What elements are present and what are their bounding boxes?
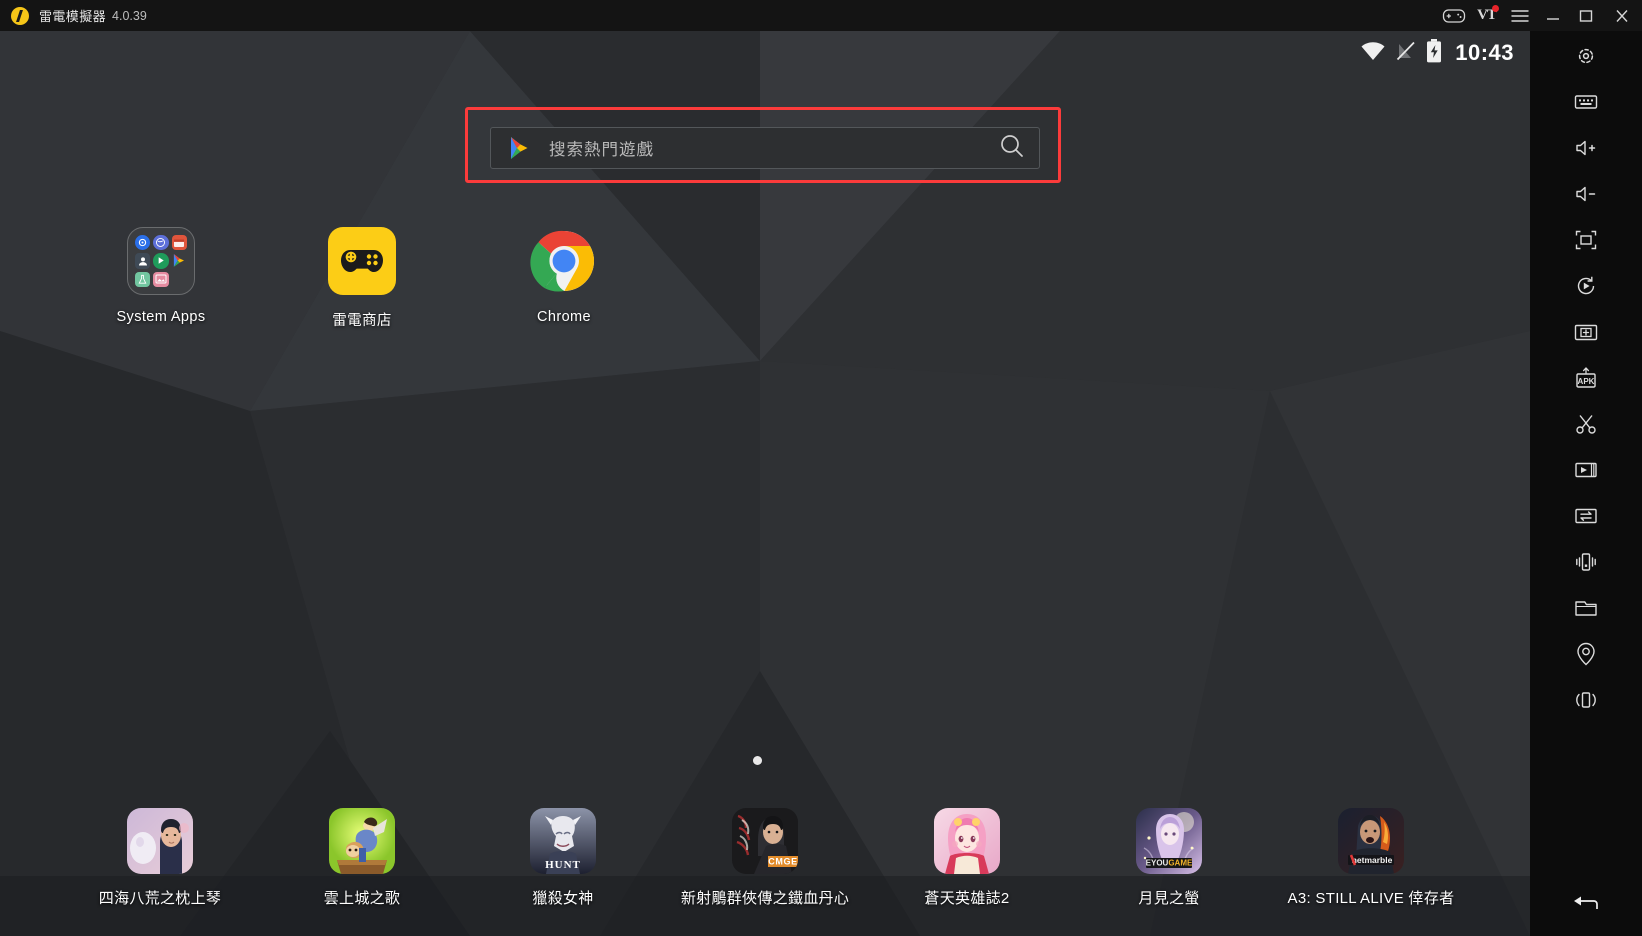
app-icon-ldstore[interactable]: 雷電商店: [297, 227, 427, 330]
dock-item[interactable]: HUNT 獵殺女神: [473, 808, 653, 908]
emulator-sidebar: APK: [1530, 31, 1642, 936]
play-games-mini-icon: [153, 253, 168, 268]
folder-icon[interactable]: [1530, 591, 1642, 625]
install-apk-icon[interactable]: APK: [1530, 361, 1642, 395]
video-record-icon[interactable]: [1530, 453, 1642, 487]
status-time: 10:43: [1455, 40, 1514, 66]
ldstore-icon[interactable]: [328, 227, 396, 295]
volume-up-icon[interactable]: [1530, 131, 1642, 165]
files-mini-icon: [172, 235, 187, 250]
gallery-mini-icon: [153, 272, 168, 287]
dock-label: 新射鵰群俠傳之鐵血丹心: [675, 887, 855, 908]
empty-slot: [172, 272, 187, 287]
svg-text:HUNT: HUNT: [545, 859, 581, 871]
game-shediao-icon[interactable]: CMGE: [732, 808, 798, 874]
svg-text:APK: APK: [1578, 377, 1595, 386]
rotate-icon[interactable]: [1530, 269, 1642, 303]
dock-label: A3: STILL ALIVE 倖存者: [1281, 887, 1461, 908]
dock-item[interactable]: netmarble A3: STILL ALIVE 倖存者: [1281, 808, 1461, 908]
game-sihai-icon[interactable]: [127, 808, 193, 874]
location-icon[interactable]: [1530, 637, 1642, 671]
fullscreen-icon[interactable]: [1530, 223, 1642, 257]
lab-mini-icon: [135, 272, 150, 287]
dock-item[interactable]: EYOUGAME 月見之螢: [1079, 808, 1259, 908]
signal-off-icon: [1395, 41, 1417, 66]
keyboard-icon[interactable]: [1530, 85, 1642, 119]
sync-icon[interactable]: [1530, 499, 1642, 533]
titlebar-controls: VT: [1437, 0, 1642, 31]
svg-text:EYOUGAME: EYOUGAME: [1146, 859, 1193, 868]
android-screen[interactable]: 10:43 搜索熱門遊戲: [0, 31, 1530, 936]
dock-label: 月見之螢: [1079, 887, 1259, 908]
window-title: 雷電模擬器: [39, 6, 106, 25]
vt-alert-dot-icon: [1492, 5, 1499, 12]
page-indicator-dot[interactable]: [753, 756, 762, 765]
vt-status-button[interactable]: VT: [1470, 0, 1503, 31]
chrome-icon[interactable]: [530, 227, 598, 295]
game-yunshang-icon[interactable]: [329, 808, 395, 874]
app-icon-system-apps[interactable]: System Apps: [96, 227, 226, 325]
hamburger-menu-icon[interactable]: [1503, 0, 1536, 31]
battery-charging-icon: [1426, 39, 1442, 68]
dock-label: 雲上城之歌: [272, 887, 452, 908]
search-widget-highlight: 搜索熱門遊戲: [465, 107, 1061, 183]
app-label: System Apps: [96, 309, 226, 325]
volume-down-icon[interactable]: [1530, 177, 1642, 211]
ldplayer-logo-icon: [11, 7, 29, 25]
svg-text:CMGE: CMGE: [768, 857, 797, 867]
system-apps-folder[interactable]: [127, 227, 195, 295]
dock-item[interactable]: 蒼天英雄誌2: [877, 808, 1057, 908]
dock-label: 四海八荒之枕上琴: [70, 887, 250, 908]
google-play-icon: [507, 135, 533, 161]
settings-icon[interactable]: [1530, 39, 1642, 73]
game-a3-icon[interactable]: netmarble: [1338, 808, 1404, 874]
ldplayer-window: 雷電模擬器 4.0.39 VT: [0, 0, 1642, 936]
wifi-icon: [1360, 41, 1386, 66]
browser-mini-icon: [153, 235, 168, 250]
back-icon[interactable]: [1530, 887, 1642, 921]
vibrate-icon[interactable]: [1530, 683, 1642, 717]
window-version: 4.0.39: [112, 9, 147, 23]
svg-text:netmarble: netmarble: [1352, 855, 1393, 865]
close-icon[interactable]: [1602, 0, 1642, 31]
contacts-mini-icon: [135, 253, 150, 268]
minimize-icon[interactable]: [1536, 0, 1569, 31]
app-label: Chrome: [499, 309, 629, 325]
scissors-icon[interactable]: [1530, 407, 1642, 441]
search-input[interactable]: 搜索熱門遊戲: [549, 136, 654, 160]
game-cangtian-icon[interactable]: [934, 808, 1000, 874]
app-dock: 四海八荒之枕上琴: [0, 786, 1530, 936]
settings-mini-icon: [135, 235, 150, 250]
maximize-icon[interactable]: [1569, 0, 1602, 31]
play-store-search-bar[interactable]: 搜索熱門遊戲: [490, 127, 1040, 169]
app-label: 雷電商店: [297, 309, 427, 330]
window-titlebar: 雷電模擬器 4.0.39 VT: [0, 0, 1642, 31]
shake-icon[interactable]: [1530, 545, 1642, 579]
android-statusbar: 10:43: [0, 31, 1530, 75]
app-icon-chrome[interactable]: Chrome: [499, 227, 629, 325]
game-yuejian-icon[interactable]: EYOUGAME: [1136, 808, 1202, 874]
search-icon[interactable]: [999, 133, 1025, 164]
dock-label: 獵殺女神: [473, 887, 653, 908]
play-store-mini-icon: [172, 253, 187, 268]
dock-item[interactable]: 雲上城之歌: [272, 808, 452, 908]
add-window-icon[interactable]: [1530, 315, 1642, 349]
gamepad-icon[interactable]: [1437, 0, 1470, 31]
dock-item[interactable]: 四海八荒之枕上琴: [70, 808, 250, 908]
game-hunt-icon[interactable]: HUNT: [530, 808, 596, 874]
dock-label: 蒼天英雄誌2: [877, 887, 1057, 908]
dock-item[interactable]: CMGE 新射鵰群俠傳之鐵血丹心: [675, 808, 855, 908]
